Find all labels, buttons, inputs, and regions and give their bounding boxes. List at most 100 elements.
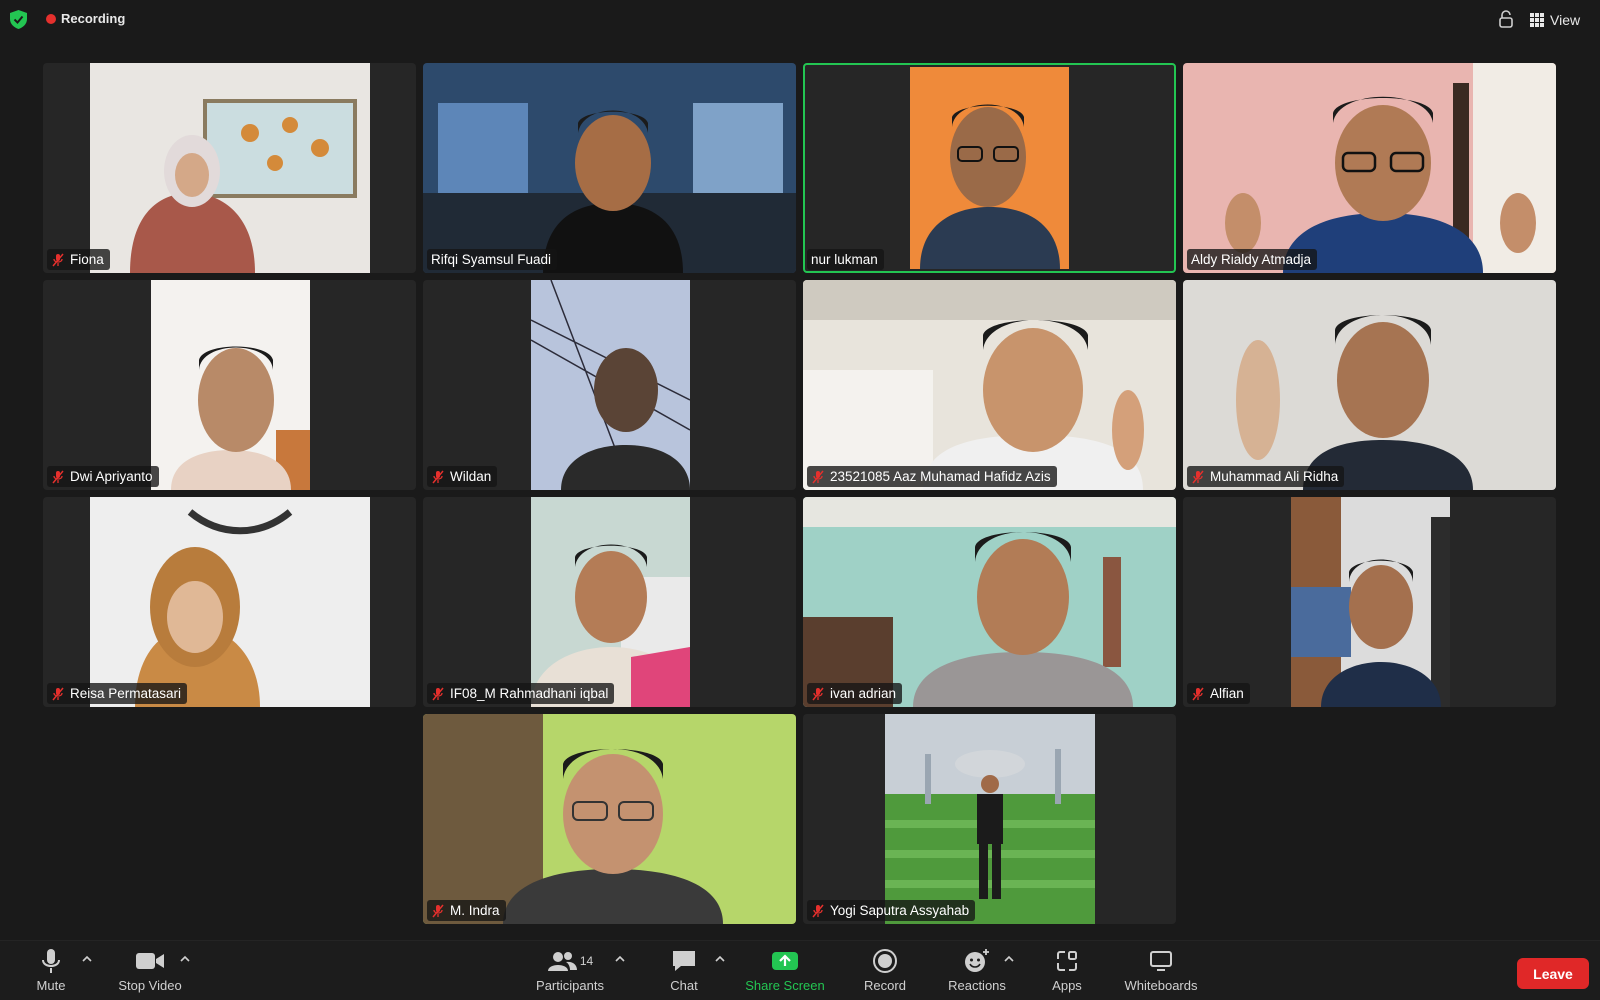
participant-nametag: Rifqi Syamsul Fuadi [427,249,558,270]
apps-label: Apps [1052,978,1082,993]
participant-video [90,497,370,707]
mic-off-icon [812,470,824,483]
whiteboards-button[interactable]: Whiteboards [1120,947,1202,999]
participant-name: Reisa Permatasari [70,686,182,701]
apps-button[interactable]: Apps [1049,947,1085,999]
participants-options-chevron-up-icon[interactable] [614,953,626,965]
security-shield-icon[interactable] [10,10,27,29]
participant-video [90,63,370,273]
participant-nametag: nur lukman [807,249,884,270]
participant-name: IF08_M Rahmadhani iqbal [450,686,609,701]
participant-video [885,714,1095,924]
share-arrow-icon [772,952,798,970]
mic-off-icon [52,253,64,266]
record-button[interactable]: Record [860,947,910,999]
whiteboard-icon [1150,951,1172,971]
video-tile[interactable]: Wildan [423,280,796,490]
view-label: View [1550,12,1581,28]
video-tile[interactable]: M. Indra [423,714,796,924]
share-screen-label: Share Screen [745,978,825,993]
top-bar: Recording View [0,0,1600,38]
participant-nametag: Dwi Apriyanto [47,466,159,487]
record-circle-icon [873,949,897,973]
participant-name: Yogi Saputra Assyahab [830,903,970,918]
video-tile[interactable]: IF08_M Rahmadhani iqbal [423,497,796,707]
video-tile[interactable]: Fiona [43,63,416,273]
immersive-view-icon[interactable] [1495,9,1517,31]
grid-icon [1530,13,1544,27]
participant-video [910,67,1069,269]
reactions-button[interactable]: Reactions [945,947,1009,999]
video-tile-active-speaker[interactable]: nur lukman [803,63,1176,273]
participant-nametag: Aldy Rialdy Atmadja [1187,249,1318,270]
participant-video [423,63,796,273]
chat-options-chevron-up-icon[interactable] [714,953,726,965]
mic-off-icon [52,687,64,700]
participant-nametag: 23521085 Aaz Muhamad Hafidz Azis [807,466,1057,487]
speech-bubble-icon [673,951,695,971]
mute-button[interactable]: Mute [30,947,72,999]
participant-name: 23521085 Aaz Muhamad Hafidz Azis [830,469,1051,484]
video-tile[interactable]: Muhammad Ali Ridha [1183,280,1556,490]
mic-off-icon [52,470,64,483]
participant-video [531,497,690,707]
participant-nametag: Wildan [427,466,498,487]
video-tile[interactable]: Yogi Saputra Assyahab [803,714,1176,924]
mic-off-icon [432,687,444,700]
participants-button[interactable]: 14 Participants [530,947,610,999]
participant-video [151,280,310,490]
mic-off-icon [812,687,824,700]
participant-nametag: M. Indra [427,900,506,921]
video-tile[interactable]: 23521085 Aaz Muhamad Hafidz Azis [803,280,1176,490]
smiley-plus-icon [965,949,989,972]
mic-off-icon [432,470,444,483]
reactions-options-chevron-up-icon[interactable] [1003,953,1015,965]
video-tile[interactable]: Aldy Rialdy Atmadja [1183,63,1556,273]
video-tile[interactable]: Alfian [1183,497,1556,707]
participant-nametag: Yogi Saputra Assyahab [807,900,976,921]
video-tile[interactable]: ivan adrian [803,497,1176,707]
participant-video [531,280,690,490]
mic-off-icon [1192,470,1204,483]
video-tile[interactable]: Dwi Apriyanto [43,280,416,490]
mute-options-chevron-up-icon[interactable] [81,953,93,965]
participant-name: Muhammad Ali Ridha [1210,469,1339,484]
video-tile[interactable]: Reisa Permatasari [43,497,416,707]
mic-off-icon [812,904,824,917]
participant-name: nur lukman [811,252,878,267]
video-options-chevron-up-icon[interactable] [179,953,191,965]
participant-name: Wildan [450,469,492,484]
record-label: Record [864,978,906,993]
video-tile[interactable]: Rifqi Syamsul Fuadi [423,63,796,273]
participant-nametag: Reisa Permatasari [47,683,188,704]
stop-video-button[interactable]: Stop Video [113,947,187,999]
participant-nametag: Muhammad Ali Ridha [1187,466,1345,487]
share-screen-button[interactable]: Share Screen [740,947,830,999]
apps-icon [1057,951,1077,971]
participant-name: ivan adrian [830,686,897,701]
participant-nametag: ivan adrian [807,683,903,704]
participants-count: 14 [579,954,594,968]
participant-video [803,280,1176,490]
stop-video-label: Stop Video [118,978,182,993]
participant-name: Fiona [70,252,104,267]
participant-name: Aldy Rialdy Atmadja [1191,252,1312,267]
participant-name: Rifqi Syamsul Fuadi [431,252,552,267]
video-camera-icon [136,953,164,969]
participant-video [1183,63,1556,273]
mute-label: Mute [36,978,66,993]
recording-label[interactable]: Recording [61,11,125,26]
reactions-label: Reactions [948,978,1006,993]
microphone-icon [42,949,60,973]
mic-off-icon [1192,687,1204,700]
leave-button[interactable]: Leave [1517,958,1589,989]
whiteboards-label: Whiteboards [1124,978,1198,993]
view-button[interactable]: View [1530,9,1580,31]
participants-label: Participants [536,978,604,993]
participant-name: Dwi Apriyanto [70,469,153,484]
chat-label: Chat [670,978,698,993]
participant-nametag: IF08_M Rahmadhani iqbal [427,683,615,704]
participant-nametag: Fiona [47,249,110,270]
chat-button[interactable]: Chat [665,947,703,999]
recording-dot-icon [46,14,56,24]
